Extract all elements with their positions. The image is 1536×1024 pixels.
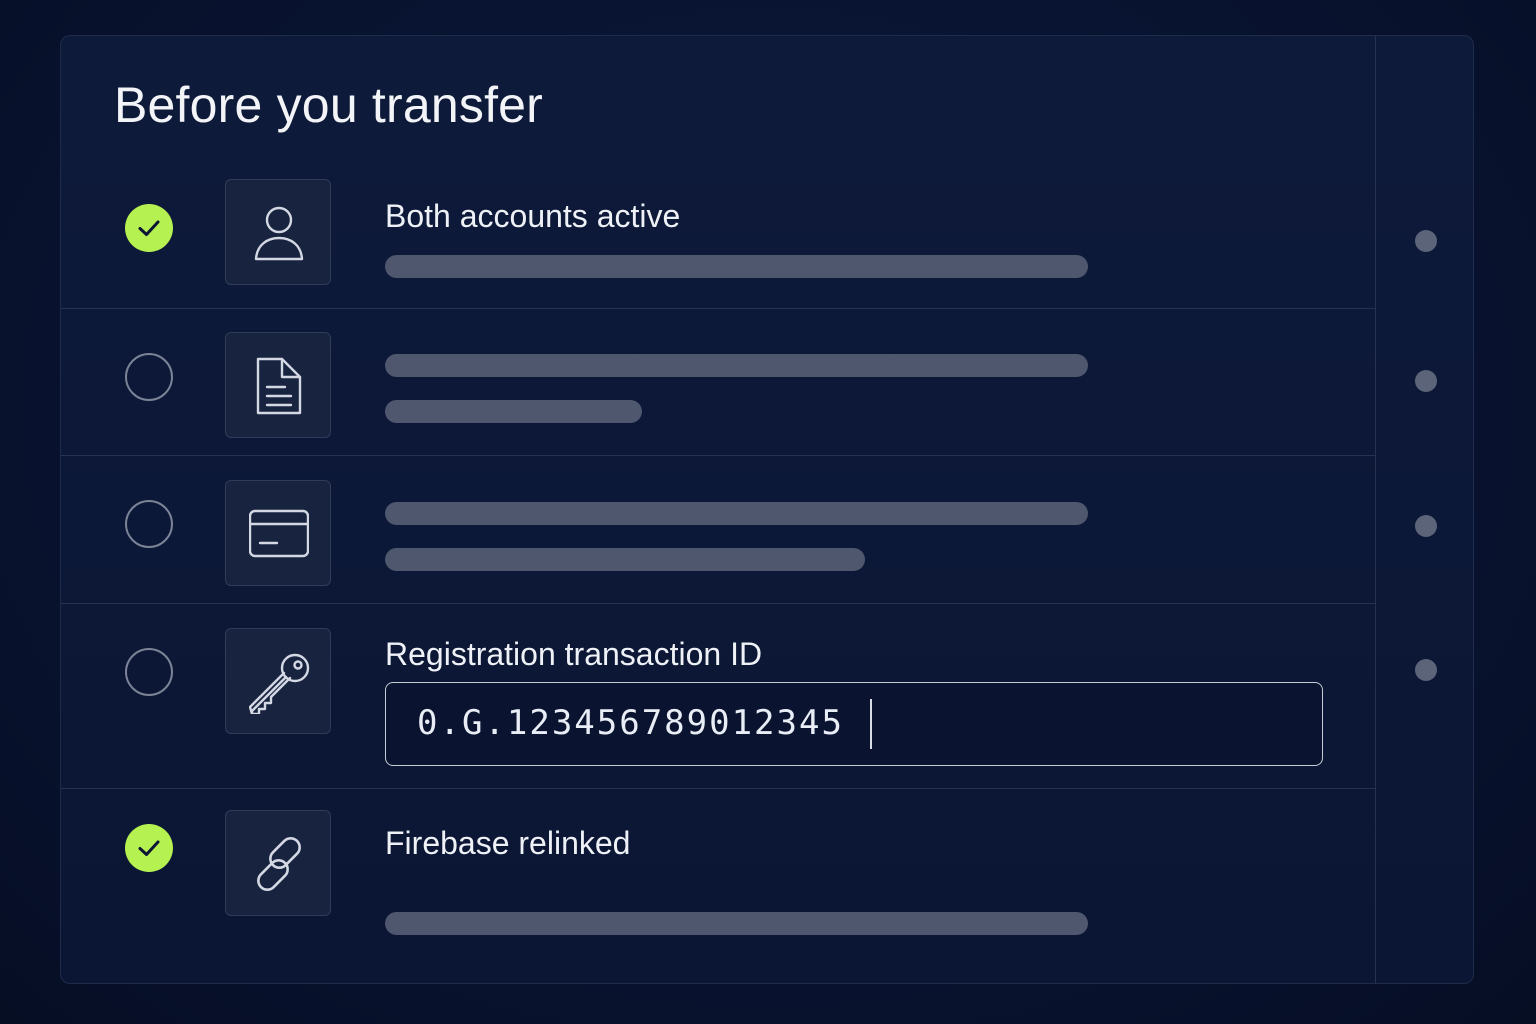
row-label: Firebase relinked <box>385 825 631 861</box>
checklist-row-document[interactable] <box>61 309 1375 456</box>
completed-check-icon <box>125 204 173 252</box>
key-icon <box>225 628 331 734</box>
credit-card-icon <box>225 480 331 586</box>
placeholder-bar <box>385 354 1088 377</box>
document-icon <box>225 332 331 438</box>
placeholder-bar <box>385 255 1088 278</box>
rail-step-dot[interactable] <box>1415 515 1437 537</box>
completed-check-icon <box>125 824 173 872</box>
text-caret <box>870 699 872 749</box>
checklist-row-firebase[interactable]: Firebase relinked <box>61 789 1375 983</box>
page-background: Before you transfer Both accounts active <box>0 0 1536 1024</box>
row-label: Both accounts active <box>385 198 681 234</box>
placeholder-bar <box>385 400 642 423</box>
transfer-checklist-panel: Before you transfer Both accounts active <box>60 35 1474 984</box>
user-icon <box>225 179 331 285</box>
rail-step-dot[interactable] <box>1415 230 1437 252</box>
placeholder-bar <box>385 912 1088 935</box>
link-icon <box>225 810 331 916</box>
pending-circle-icon[interactable] <box>125 353 173 401</box>
transaction-id-value[interactable]: 0.G.123456789012345 <box>417 703 844 743</box>
pending-circle-icon[interactable] <box>125 648 173 696</box>
checklist-row-payment[interactable] <box>61 456 1375 604</box>
transaction-id-input[interactable]: 0.G.123456789012345 <box>385 682 1323 766</box>
placeholder-bar <box>385 548 865 571</box>
placeholder-bar <box>385 502 1088 525</box>
checklist-row-accounts[interactable]: Both accounts active <box>61 36 1375 309</box>
checklist-row-transaction-id[interactable]: Registration transaction ID 0.G.12345678… <box>61 604 1375 789</box>
pending-circle-icon[interactable] <box>125 500 173 548</box>
rail-step-dot[interactable] <box>1415 370 1437 392</box>
rail-step-dot[interactable] <box>1415 659 1437 681</box>
progress-rail <box>1375 36 1473 983</box>
input-label: Registration transaction ID <box>385 636 763 672</box>
